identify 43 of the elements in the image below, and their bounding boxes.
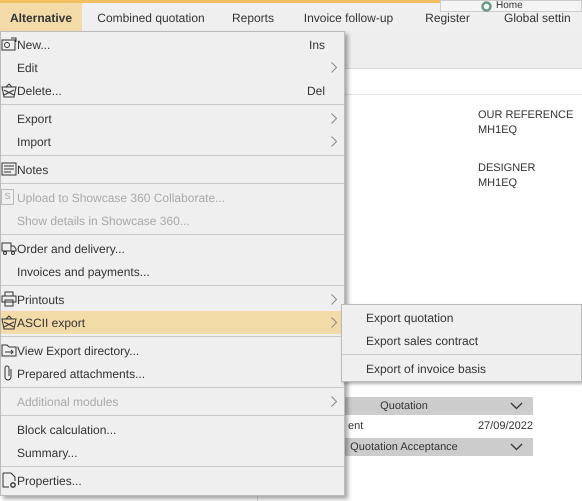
menu-item[interactable]: Delete... Del (1, 79, 344, 102)
camera-icon (1, 36, 17, 52)
menu-item[interactable]: Export sales contract (342, 329, 581, 352)
basket-icon (1, 82, 17, 98)
truck-icon (1, 240, 17, 256)
basket-icon (1, 314, 17, 330)
notes-icon (1, 161, 17, 177)
menubar-tab[interactable]: Alternative (0, 3, 82, 31)
shortcut-text: Ins (308, 36, 325, 54)
menu-item[interactable]: Export of invoice basis (342, 357, 581, 380)
menu-item[interactable]: Notes (1, 158, 344, 181)
letter-icon: S (1, 189, 14, 205)
field-value: MH1EQ (478, 123, 518, 138)
menu-item[interactable]: Prepared attachments... (1, 362, 344, 385)
chevron-down-icon (510, 402, 523, 410)
section-title: Quotation (380, 398, 428, 414)
menubar-tab[interactable]: Reports (220, 3, 286, 31)
menu-item[interactable]: Order and delivery... (1, 237, 344, 260)
menu-item[interactable]: Properties... (1, 469, 344, 492)
field-label: DESIGNER (478, 161, 536, 176)
menu-item[interactable]: Invoices and payments... (1, 260, 344, 283)
menu-item[interactable]: Import (1, 130, 344, 153)
menu-item[interactable]: Block calculation... (1, 418, 344, 441)
home-popup[interactable]: Home (440, 0, 582, 12)
menu-item[interactable]: View Export directory... (1, 339, 344, 362)
folder-arrow-icon (1, 342, 17, 358)
printer-icon (1, 291, 17, 307)
ring-icon (481, 0, 492, 12)
menu-item[interactable]: ASCII export (1, 311, 344, 334)
shortcut-text: Del (306, 82, 325, 100)
row-label: ent (348, 419, 364, 434)
menu-item[interactable]: Export (1, 107, 344, 130)
field-label: OUR REFERENCE (478, 108, 574, 123)
menubar-tab[interactable]: Combined quotation (82, 3, 220, 31)
menu-item[interactable]: Edit (1, 56, 344, 79)
field-value: MH1EQ (478, 176, 518, 191)
chevron-down-icon (510, 443, 523, 451)
menu-item[interactable]: New... Ins (1, 33, 344, 56)
section-title: Quotation Acceptance (350, 440, 458, 455)
menu-item[interactable]: Export quotation (342, 306, 581, 329)
row-value: 27/09/2022 (478, 419, 533, 434)
menu-item[interactable]: Printouts (1, 288, 344, 311)
menubar-tab[interactable]: Invoice follow-up (286, 3, 411, 31)
